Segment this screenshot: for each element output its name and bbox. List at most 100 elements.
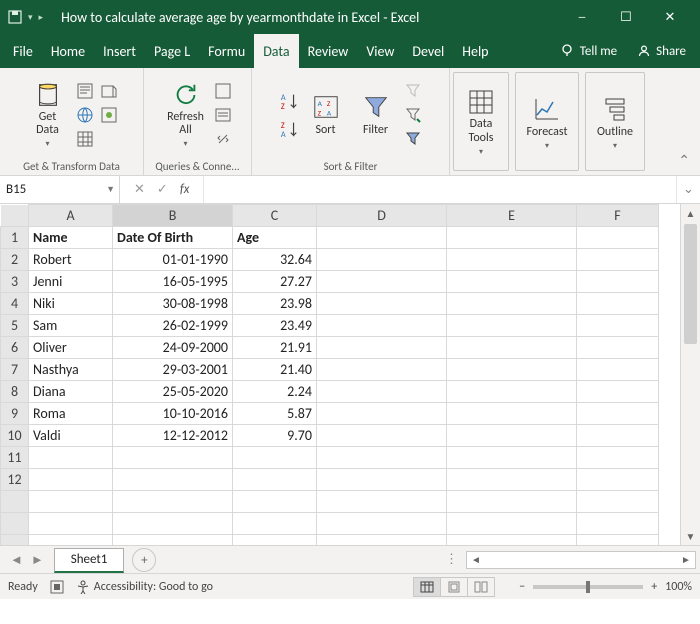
cell-C4[interactable]: 23.98 [233,293,317,315]
row-header-14[interactable] [1,513,29,535]
select-all-corner[interactable] [1,205,29,227]
cell-C7[interactable]: 21.40 [233,359,317,381]
scroll-left-icon[interactable]: ◄ [467,553,485,566]
zoom-in-button[interactable]: + [651,580,657,594]
cell-A5[interactable]: Sam [29,315,113,337]
row-header-2[interactable]: 2 [1,249,29,271]
row-header-15[interactable] [1,535,29,546]
scroll-right-icon[interactable]: ► [677,553,695,566]
cell-B6[interactable]: 24-09-2000 [113,337,233,359]
filter-button[interactable]: Filter [353,93,399,137]
view-layout-button[interactable] [440,577,468,597]
cell-B3[interactable]: 16-05-1995 [113,271,233,293]
row-header-11[interactable]: 11 [1,447,29,469]
cell-A4[interactable]: Niki [29,293,113,315]
tell-me[interactable]: Tell me [550,34,627,68]
col-header-C[interactable]: C [233,205,317,227]
minimize-button[interactable]: ─ [560,0,604,34]
get-data-button[interactable]: Get Data ▾ [25,81,71,149]
close-button[interactable]: ✕ [648,0,692,34]
cell-C5[interactable]: 23.49 [233,315,317,337]
row-header-8[interactable]: 8 [1,381,29,403]
advanced-icon[interactable] [403,129,423,149]
autosave-icon[interactable] [8,10,22,24]
enter-icon[interactable]: ✓ [157,182,168,197]
clear-filter-icon[interactable] [403,81,423,101]
data-tools-button[interactable]: Data Tools ▾ [458,88,504,156]
spreadsheet-grid[interactable]: ABCDEF 1NameDate Of BirthAge 2Robert01-01-… [0,204,659,545]
recent-sources-icon[interactable] [99,81,119,101]
row-header-13[interactable] [1,491,29,513]
from-web-icon[interactable] [75,105,95,125]
collapse-ribbon-icon[interactable]: ⌃ [678,152,690,169]
prev-sheet-icon[interactable]: ◄ [10,552,23,568]
queries-icon[interactable] [213,81,233,101]
view-normal-button[interactable] [413,577,441,597]
cell-B8[interactable]: 25-05-2020 [113,381,233,403]
zoom-control[interactable]: − + 100% [519,580,692,594]
tab-view[interactable]: View [357,34,403,68]
next-sheet-icon[interactable]: ► [31,552,44,568]
cell-B1[interactable]: Date Of Birth [113,227,233,249]
row-header-5[interactable]: 5 [1,315,29,337]
cell-C9[interactable]: 5.87 [233,403,317,425]
cell-C3[interactable]: 27.27 [233,271,317,293]
row-header-6[interactable]: 6 [1,337,29,359]
cell-A3[interactable]: Jenni [29,271,113,293]
scroll-up-icon[interactable]: ▲ [681,204,700,222]
row-header-7[interactable]: 7 [1,359,29,381]
tab-devel[interactable]: Devel [403,34,453,68]
zoom-out-button[interactable]: − [519,580,525,594]
tab-data[interactable]: Data [254,34,298,68]
sort-button[interactable]: AZZA Sort [303,93,349,137]
maximize-button[interactable]: ☐ [604,0,648,34]
scroll-down-icon[interactable]: ▼ [681,527,700,545]
macro-icon[interactable] [50,580,64,594]
cell-A7[interactable]: Nasthya [29,359,113,381]
cell-C10[interactable]: 9.70 [233,425,317,447]
refresh-all-button[interactable]: Refresh All ▾ [163,81,209,149]
tab-split-icon[interactable]: ⋮ [445,552,458,567]
col-header-D[interactable]: D [317,205,447,227]
edit-links-icon[interactable] [213,129,233,149]
sheet-tab[interactable]: Sheet1 [54,548,125,573]
tab-home[interactable]: Home [42,34,94,68]
forecast-button[interactable]: Forecast ▾ [519,95,575,151]
col-header-E[interactable]: E [447,205,577,227]
view-pagebreak-button[interactable] [467,577,495,597]
existing-conn-icon[interactable] [99,105,119,125]
col-header-B[interactable]: B [113,205,233,227]
zoom-slider[interactable] [533,585,643,589]
formula-input[interactable] [204,176,676,203]
row-header-12[interactable]: 12 [1,469,29,491]
cell-A8[interactable]: Diana [29,381,113,403]
cell-C1[interactable]: Age [233,227,317,249]
cell-A10[interactable]: Valdi [29,425,113,447]
qat-chevron-icon[interactable]: ▾ [28,12,33,23]
cell-A2[interactable]: Robert [29,249,113,271]
cell-C6[interactable]: 21.91 [233,337,317,359]
row-header-1[interactable]: 1 [1,227,29,249]
sort-asc-icon[interactable]: AZ [279,91,299,111]
add-sheet-button[interactable]: + [132,548,156,572]
properties-icon[interactable] [213,105,233,125]
cell-B4[interactable]: 30-08-1998 [113,293,233,315]
cell-B2[interactable]: 01-01-1990 [113,249,233,271]
tab-review[interactable]: Review [299,34,358,68]
sort-desc-icon[interactable]: ZA [279,119,299,139]
tab-page[interactable]: Page L [145,34,199,68]
row-header-10[interactable]: 10 [1,425,29,447]
col-header-F[interactable]: F [577,205,659,227]
tab-file[interactable]: File [4,34,42,68]
col-header-A[interactable]: A [29,205,113,227]
cell-C8[interactable]: 2.24 [233,381,317,403]
cell-A1[interactable]: Name [29,227,113,249]
chevron-down-icon[interactable]: ▼ [106,184,115,195]
expand-formula-bar-icon[interactable]: ⌄ [676,176,700,203]
scroll-thumb[interactable] [684,224,697,344]
fx-icon[interactable]: fx [180,182,190,197]
from-table-icon[interactable] [75,129,95,149]
cell-B9[interactable]: 10-10-2016 [113,403,233,425]
row-header-3[interactable]: 3 [1,271,29,293]
tab-formu[interactable]: Formu [199,34,254,68]
